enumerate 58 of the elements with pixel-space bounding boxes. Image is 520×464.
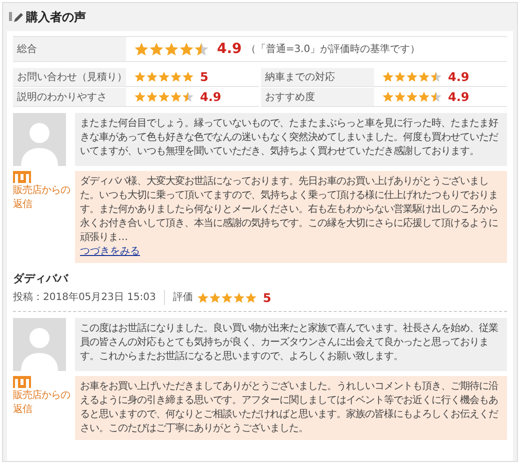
pencil-icon xyxy=(9,11,23,23)
star-icon xyxy=(194,42,209,56)
overall-score: 4.9 xyxy=(217,40,242,58)
star-icon xyxy=(394,91,406,103)
star-icon xyxy=(418,91,430,103)
star-icon xyxy=(382,91,394,103)
shop-icon xyxy=(13,171,31,183)
star-icon xyxy=(158,71,170,83)
rating-label: 説明のわかりやすさ xyxy=(13,88,126,106)
reply-label: 販売店からの返信 xyxy=(13,388,71,416)
star-icon xyxy=(430,71,442,83)
avatar-icon xyxy=(13,318,66,370)
star-icon xyxy=(170,71,182,83)
comment-text: この度はお世話になりました。良い買い物が出来たと家族で喜んでいます。社長さんを始め、従業員の皆さんの対応もとても気持ちが良く、カーズタウンさんに出会えて良かったと思っております。これからまたお世話になると思いますので、よろしくお願い致します。 xyxy=(80,322,498,362)
rating-note: （「普通=3.0」が評価時の基準です） xyxy=(246,42,420,56)
rating-score: 4.9 xyxy=(200,89,222,106)
shop-icon xyxy=(13,376,31,388)
rating-score: 5 xyxy=(200,69,208,86)
avatar-icon xyxy=(13,113,66,166)
rating-label: おすすめ度 xyxy=(261,88,374,106)
star-icon xyxy=(134,91,146,103)
star-icon xyxy=(418,71,430,83)
star-icon xyxy=(196,292,209,304)
star-icon xyxy=(179,42,194,56)
reply-text: お車をお買い上げいただきましてありがとうございました。うれしいコメントも頂き、ご期待に沿えるように身の引き締まる思いです。アフターに関しましてはイベント等でお近くに行く機会もあると思いますので、何なりとご相談いただければと思います。家族の皆様にもよろしくお伝えください。このたびはご丁寧にありがとうございました。 xyxy=(80,380,500,436)
star-icon xyxy=(146,91,158,103)
star-icon xyxy=(149,42,164,56)
star-icon xyxy=(158,91,170,103)
star-icon xyxy=(134,42,149,56)
star-icon xyxy=(406,71,418,83)
star-icon xyxy=(394,71,406,83)
star-icon xyxy=(146,71,158,83)
reply-label: 販売店からの返信 xyxy=(13,184,71,212)
read-more-link[interactable]: つづきをみる xyxy=(80,245,140,259)
rating-label: 評価 xyxy=(172,290,194,305)
section-title: 購入者の声 xyxy=(26,9,86,26)
comment-text: またまた何台目でしょう。縁っていないもので、たまたまぶらっと車を見に行った時、たまたま好きな車があって色も好きな色でなんの迷いもなく突然決めてしまいました。何度も買わせていただいてますが、いつも無理を聞いていただき、気持ちよく買わせていただき感謝しております。 xyxy=(80,118,498,157)
star-icon xyxy=(232,292,245,304)
reply-text: ダディババ様、大変大変お世話になっております。先日お車のお買い上げありがとうございました。いつも大切に乗って頂いてますので、気持ちよく乗って頂ける様に仕上げれたつもりでおります。また何かありましたら何なりとメールください。右も左もわからない営業駆け出しのころから永くお付き合いして頂き、本当に感謝の気持ちです。この縁を大切にさらに応援して頂けるように頑張りま… xyxy=(80,175,499,245)
star-icon xyxy=(220,292,233,304)
rating-score: 4.9 xyxy=(448,69,470,86)
star-icon xyxy=(170,91,182,103)
reviewer-name: ダディババ xyxy=(13,271,70,287)
star-icon xyxy=(406,91,418,103)
rating-score: 4.9 xyxy=(448,89,470,106)
rating-score: 5 xyxy=(262,290,272,306)
rating-label: 納車までの対応 xyxy=(261,68,374,86)
star-icon xyxy=(244,292,257,304)
star-icon xyxy=(134,71,146,83)
star-icon xyxy=(164,42,179,56)
star-icon xyxy=(182,91,194,103)
star-icon xyxy=(208,292,221,304)
rating-label: お問い合わせ（見積り） xyxy=(13,68,126,86)
post-date: 投稿：2018年05月23日 15:03 xyxy=(13,290,165,305)
rating-label: 総合 xyxy=(13,37,126,61)
star-icon xyxy=(382,71,394,83)
star-icon xyxy=(430,91,442,103)
star-icon xyxy=(182,71,194,83)
